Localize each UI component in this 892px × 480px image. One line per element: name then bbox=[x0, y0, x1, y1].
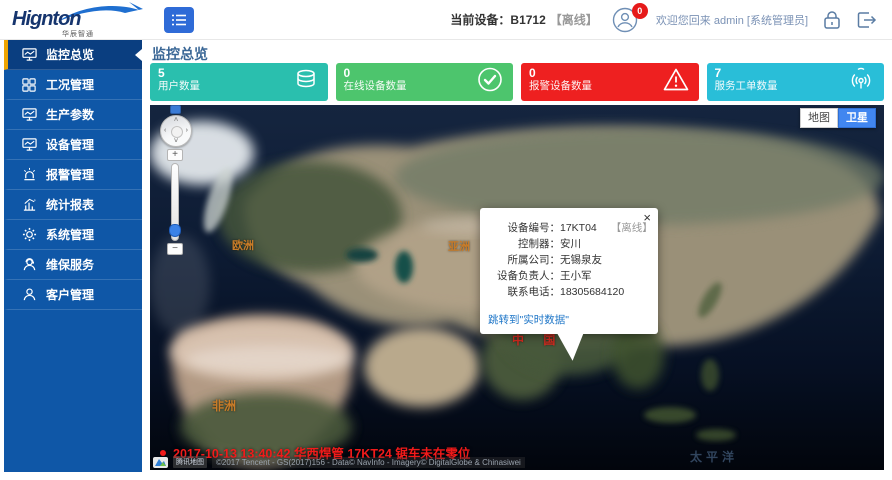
notification-count-badge: 0 bbox=[632, 3, 648, 19]
map-pan-control[interactable]: ˄ ˅ ‹ › bbox=[160, 115, 192, 147]
map-attribution: 腾讯地图 ©2017 Tencent - GS(2017)156 - Data©… bbox=[150, 456, 884, 468]
sidebar-item-statistics[interactable]: 统计报表 bbox=[4, 190, 142, 220]
map-type-satellite-button[interactable]: 卫星 bbox=[838, 108, 876, 128]
sidebar-item-device-mgmt[interactable]: 设备管理 bbox=[4, 130, 142, 160]
stat-cards-row: 5 用户数量 0 在线设备数量 0 报警设备数量 7 服务工单数量 bbox=[150, 63, 884, 101]
pan-left-arrow[interactable]: ‹ bbox=[164, 127, 166, 134]
top-header: Hignton 华辰智通 当前设备：B1712【离线】 0 欢迎您回来 admi… bbox=[0, 0, 892, 40]
sidebar-toggle-button[interactable] bbox=[164, 7, 194, 33]
brand-name: Hignton bbox=[12, 8, 81, 31]
page-title: 监控总览 bbox=[152, 44, 208, 64]
map-label-europe: 欧洲 bbox=[232, 237, 254, 253]
active-item-notch bbox=[135, 49, 142, 61]
sidebar-item-system-mgmt[interactable]: 系统管理 bbox=[4, 220, 142, 250]
popup-row-owner: 设备负责人：王小军 bbox=[488, 268, 648, 284]
popup-row-company: 所属公司：无锡泉友 bbox=[488, 252, 648, 268]
map-label-africa: 非洲 bbox=[212, 397, 236, 414]
gear-icon bbox=[21, 227, 37, 243]
sidebar-item-monitor-overview[interactable]: 监控总览 bbox=[4, 40, 142, 70]
sidebar-item-maintenance[interactable]: 维保服务 bbox=[4, 250, 142, 280]
service-signal-icon bbox=[848, 67, 874, 98]
sidebar-item-alarm-mgmt[interactable]: 报警管理 bbox=[4, 160, 142, 190]
stat-card-users[interactable]: 5 用户数量 bbox=[150, 63, 328, 101]
zoom-in-button[interactable]: + bbox=[167, 149, 183, 161]
sidebar-item-customer-mgmt[interactable]: 客户管理 bbox=[4, 280, 142, 310]
brand-subtitle: 华辰智通 bbox=[62, 29, 94, 39]
person-icon bbox=[21, 287, 37, 303]
device-info-popup: × 设备编号：17KT04【离线】 控制器：安川 所属公司：无锡泉友 设备负责人… bbox=[480, 208, 658, 334]
zoom-slider-track[interactable] bbox=[171, 163, 179, 241]
production-monitor-icon bbox=[21, 107, 37, 123]
realtime-data-link[interactable]: 跳转到"实时数据" bbox=[488, 312, 648, 327]
sidebar-item-work-condition[interactable]: 工况管理 bbox=[4, 70, 142, 100]
grid-icon bbox=[21, 77, 37, 93]
lock-button[interactable] bbox=[822, 9, 842, 31]
sidebar-nav: 监控总览 工况管理 生产参数 设备管理 报警管理 bbox=[4, 40, 142, 472]
zoom-out-button[interactable]: − bbox=[167, 243, 183, 255]
database-icon bbox=[294, 68, 318, 97]
brand-logo: Hignton 华辰智通 bbox=[0, 0, 150, 40]
check-circle-icon bbox=[477, 67, 503, 98]
map-zoom-control: + − bbox=[166, 149, 184, 255]
current-device-text: 当前设备：B1712【离线】 bbox=[450, 11, 597, 28]
logout-button[interactable] bbox=[856, 10, 878, 30]
bar-chart-icon bbox=[21, 197, 37, 213]
siren-icon bbox=[21, 167, 37, 183]
pan-right-arrow[interactable]: › bbox=[186, 127, 188, 134]
map-label-asia: 亚洲 bbox=[448, 238, 470, 254]
pan-up-arrow[interactable]: ˄ bbox=[174, 117, 178, 124]
menu-list-icon bbox=[171, 13, 187, 27]
alert-dot-icon bbox=[160, 450, 166, 456]
warning-triangle-icon bbox=[663, 68, 689, 97]
world-map[interactable]: 欧洲 亚洲 非洲 中 国 太平洋 地图 卫星 ˄ ˅ ‹ › + − × bbox=[150, 105, 884, 470]
welcome-text: 欢迎您回来 admin [系统管理员] bbox=[656, 12, 808, 28]
monitor-overview-icon bbox=[21, 47, 37, 63]
stat-card-work-orders[interactable]: 7 服务工单数量 bbox=[707, 63, 885, 101]
map-provider-name: 腾讯地图 bbox=[173, 456, 207, 468]
popup-row-phone: 联系电话：18305684120 bbox=[488, 284, 648, 300]
lock-icon bbox=[822, 9, 842, 31]
notifications-button[interactable]: 0 bbox=[612, 7, 642, 33]
close-icon[interactable]: × bbox=[643, 212, 651, 224]
stat-card-online-devices[interactable]: 0 在线设备数量 bbox=[336, 63, 514, 101]
stat-card-alarm-devices[interactable]: 0 报警设备数量 bbox=[521, 63, 699, 101]
headset-person-icon bbox=[21, 257, 37, 273]
logout-icon bbox=[856, 10, 878, 30]
device-status: 【离线】 bbox=[550, 13, 598, 27]
map-type-map-button[interactable]: 地图 bbox=[800, 108, 838, 128]
zoom-slider-knob[interactable] bbox=[169, 224, 181, 237]
monitoring-dashboard: Hignton 华辰智通 当前设备：B1712【离线】 0 欢迎您回来 admi… bbox=[0, 0, 892, 480]
header-right-cluster: 当前设备：B1712【离线】 0 欢迎您回来 admin [系统管理员] bbox=[450, 7, 892, 33]
pan-down-arrow[interactable]: ˅ bbox=[174, 138, 178, 145]
sidebar-item-production-params[interactable]: 生产参数 bbox=[4, 100, 142, 130]
map-type-toggle: 地图 卫星 bbox=[800, 108, 876, 128]
popup-row-controller: 控制器：安川 bbox=[488, 236, 648, 252]
tencent-logo-icon bbox=[153, 457, 168, 468]
device-monitor-icon bbox=[21, 137, 37, 153]
popup-row-device-id: 设备编号：17KT04【离线】 bbox=[488, 220, 648, 236]
pan-hub[interactable] bbox=[171, 126, 183, 138]
overview-map-button[interactable] bbox=[170, 105, 181, 114]
attribution-text: ©2017 Tencent - GS(2017)156 - Data© NavI… bbox=[212, 457, 525, 468]
